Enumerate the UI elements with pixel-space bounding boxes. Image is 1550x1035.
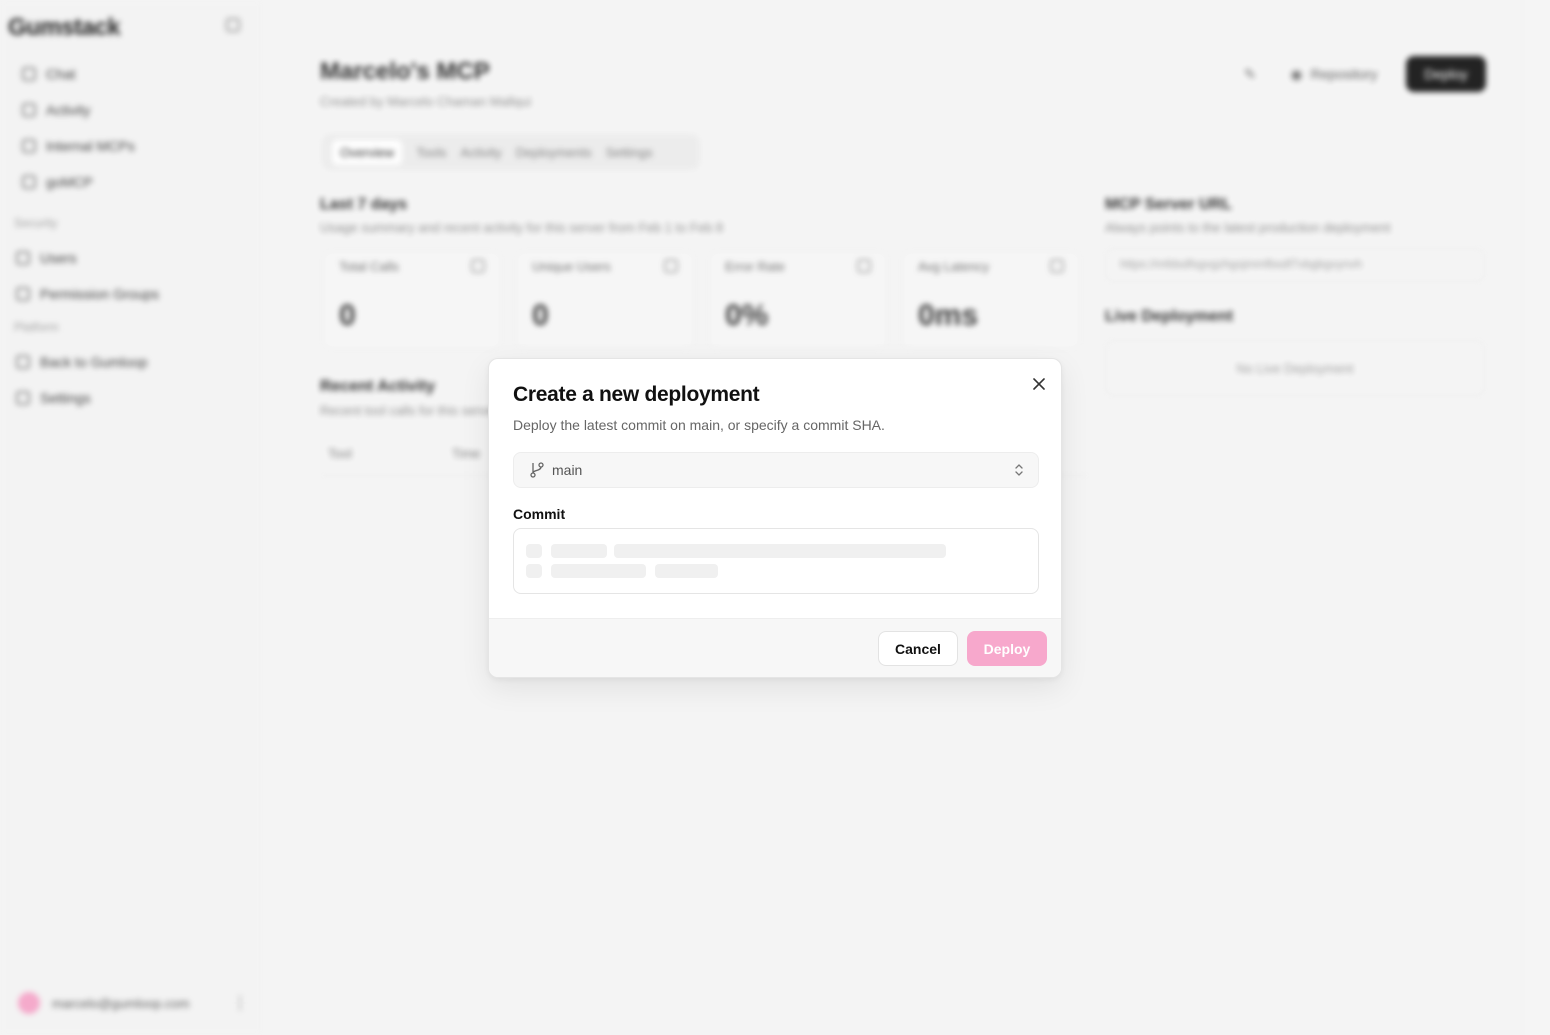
skeleton-placeholder (526, 564, 542, 578)
skeleton-placeholder (614, 544, 946, 558)
branch-select[interactable]: main (513, 452, 1039, 488)
git-branch-icon (530, 462, 544, 478)
skeleton-placeholder (526, 544, 542, 558)
chevron-up-down-icon (1015, 464, 1023, 476)
dialog-footer: Cancel Deploy (489, 618, 1061, 677)
dialog-description: Deploy the latest commit on main, or spe… (513, 417, 885, 433)
cancel-button[interactable]: Cancel (878, 631, 958, 666)
dialog-title: Create a new deployment (513, 383, 760, 406)
close-button[interactable] (1029, 374, 1049, 394)
create-deployment-dialog: Create a new deployment Deploy the lates… (488, 358, 1062, 678)
skeleton-placeholder (551, 544, 607, 558)
skeleton-placeholder (551, 564, 646, 578)
close-icon (1033, 378, 1045, 390)
commit-label: Commit (513, 506, 566, 522)
branch-value: main (552, 462, 583, 478)
deploy-button[interactable]: Deploy (967, 631, 1047, 666)
commit-list-loading[interactable] (513, 528, 1039, 594)
skeleton-placeholder (655, 564, 718, 578)
